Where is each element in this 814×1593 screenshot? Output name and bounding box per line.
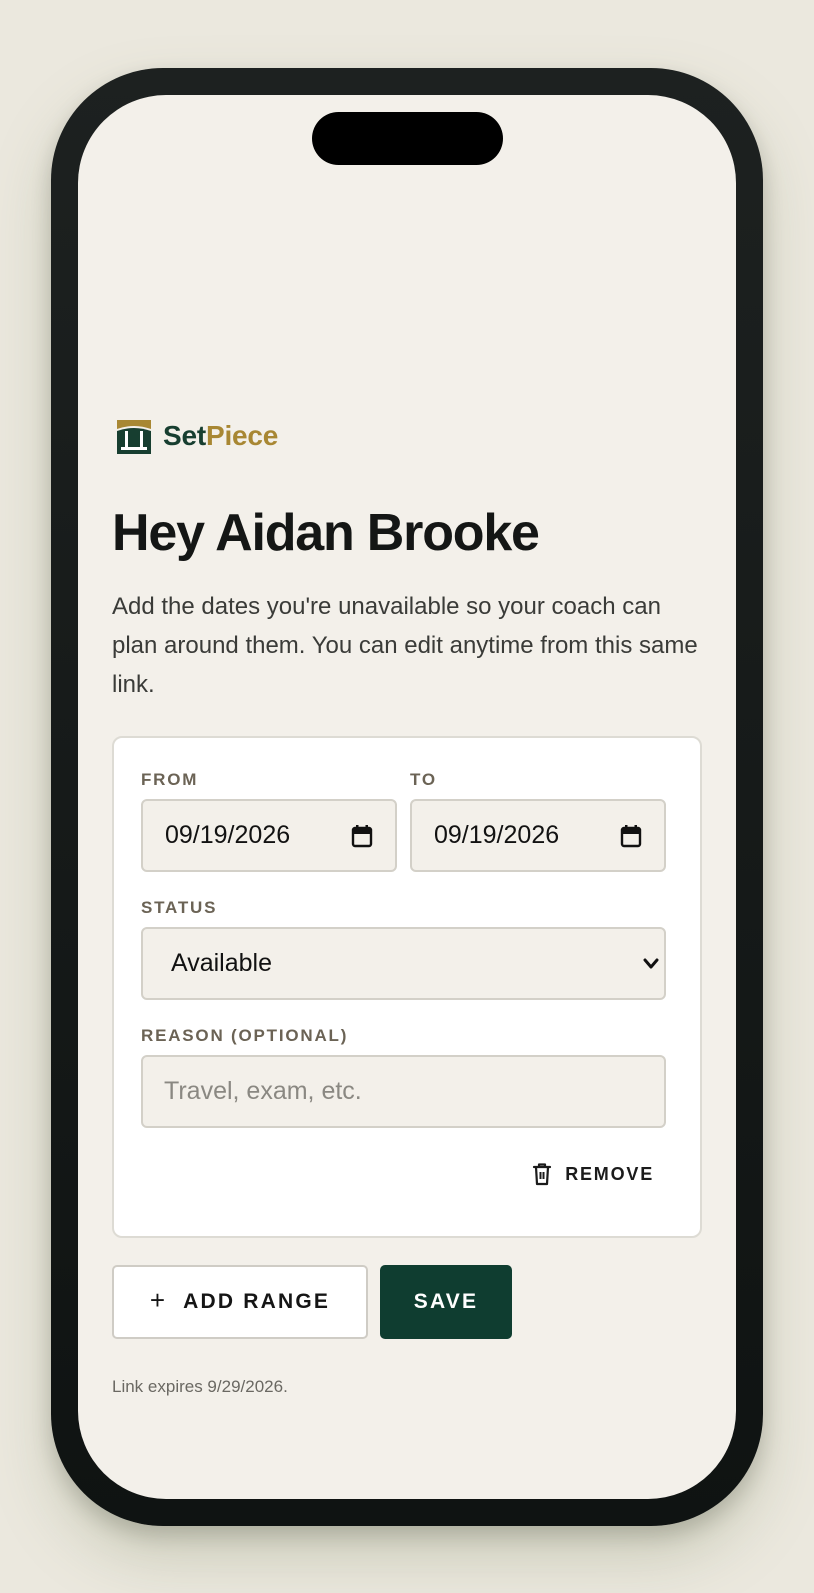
status-selected-value: Available [171, 949, 273, 977]
date-range-card: FROM TO 09/19/2026 09/19/2026 STATUS Ava… [112, 736, 702, 1238]
status-select[interactable]: Available [141, 927, 666, 1000]
brand-name-set: Set [163, 420, 206, 451]
trash-icon [533, 1163, 552, 1186]
plus-icon: + [149, 1285, 166, 1315]
chevron-down-icon [643, 958, 659, 969]
save-button[interactable]: SAVE [380, 1265, 512, 1339]
from-date-value: 09/19/2026 [165, 821, 291, 849]
brand-name-piece: Piece [205, 420, 279, 451]
to-date-input[interactable]: 09/19/2026 [410, 799, 666, 872]
setpiece-logo-icon [117, 420, 151, 454]
intro-text: Add the dates you're unavailable so your… [112, 593, 698, 698]
link-expiry-note: Link expires 9/29/2026. [112, 1377, 288, 1396]
reason-input[interactable]: Travel, exam, etc. [141, 1055, 666, 1128]
remove-label: REMOVE [565, 1163, 654, 1184]
reason-label: REASON (OPTIONAL) [141, 1026, 349, 1045]
brand-name: SetPiece [163, 420, 278, 452]
calendar-icon[interactable] [620, 824, 642, 848]
to-label: TO [410, 770, 437, 789]
status-label: STATUS [141, 898, 218, 917]
dynamic-island [312, 112, 503, 165]
to-date-value: 09/19/2026 [434, 821, 560, 849]
remove-range-button[interactable]: REMOVE [532, 1162, 654, 1186]
calendar-icon[interactable] [351, 824, 373, 848]
add-range-label: ADD RANGE [183, 1290, 331, 1313]
from-date-input[interactable]: 09/19/2026 [141, 799, 397, 872]
from-label: FROM [141, 770, 199, 789]
reason-placeholder: Travel, exam, etc. [164, 1077, 362, 1105]
brand: SetPiece [115, 417, 278, 455]
phone-screen: SetPiece Hey Aidan Brooke Add the dates … [78, 95, 736, 1499]
phone-frame: SetPiece Hey Aidan Brooke Add the dates … [51, 68, 763, 1526]
page-title: Hey Aidan Brooke [112, 504, 540, 562]
add-range-button[interactable]: + ADD RANGE [112, 1265, 368, 1339]
